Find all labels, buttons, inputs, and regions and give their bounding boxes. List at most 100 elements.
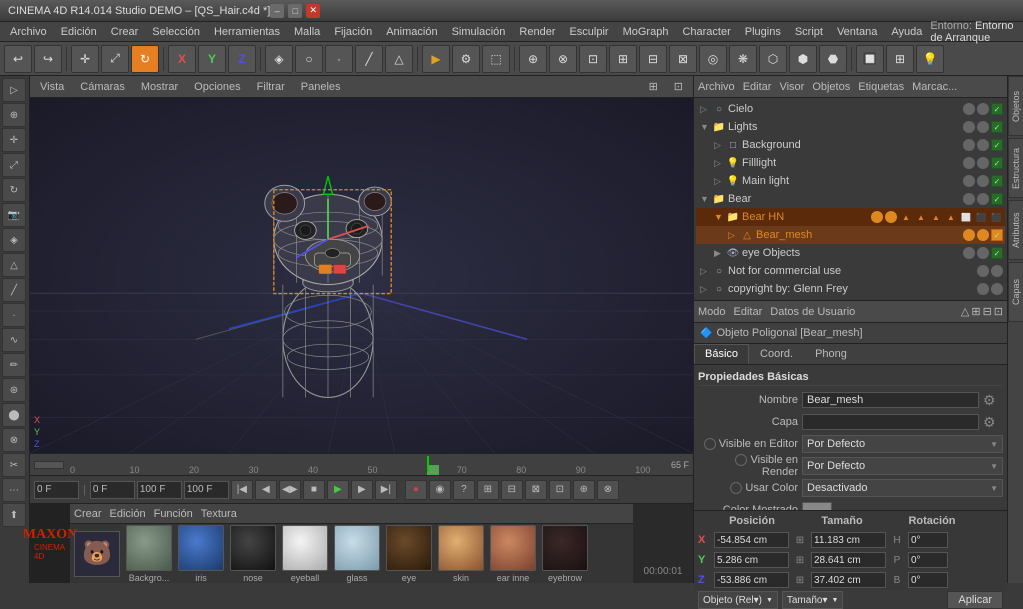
tree-render-not-commercial[interactable] (991, 265, 1003, 277)
undo-button[interactable]: ↩ (4, 45, 32, 73)
om-etiquetas[interactable]: Etiquetas (858, 81, 904, 93)
menu-edicion[interactable]: Edición (55, 24, 103, 40)
am-datos-usuario[interactable]: Datos de Usuario (770, 306, 855, 318)
menu-animacion[interactable]: Animación (380, 24, 443, 40)
close-button[interactable]: ✕ (306, 4, 320, 18)
tree-vis-copyright[interactable] (977, 283, 989, 295)
material-item-8[interactable]: eyebrow (542, 525, 588, 583)
om-editar[interactable]: Editar (743, 81, 772, 93)
goto-start-button[interactable]: |◀ (231, 480, 253, 500)
menu-seleccion[interactable]: Selección (146, 24, 206, 40)
am-nombre-icon[interactable]: ⚙ (983, 392, 1003, 409)
play-reverse-button[interactable]: ◀▶ (279, 480, 301, 500)
left-tool-live[interactable]: ⊕ (2, 103, 26, 127)
coord-z-rot[interactable] (908, 572, 948, 588)
menu-herramientas[interactable]: Herramientas (208, 24, 286, 40)
tool-btn-5[interactable]: ⊟ (639, 45, 667, 73)
frame-start-input[interactable]: 0 F (90, 481, 135, 499)
menu-script[interactable]: Script (789, 24, 829, 40)
frame-step-input[interactable]: 100 F (184, 481, 229, 499)
record-button[interactable]: ● (405, 480, 427, 500)
material-item-2[interactable]: nose (230, 525, 276, 583)
vp-maximize-btn[interactable]: ⊡ (668, 78, 689, 95)
tool-btn-6[interactable]: ⊠ (669, 45, 697, 73)
left-tool-select[interactable]: ▷ (2, 78, 26, 102)
tree-item-bear-hn[interactable]: ▼ 📁 Bear HN ▲ ▲ ▲ ▲ ⬜ ⬛ (696, 208, 1005, 226)
z-axis-button[interactable]: Z (228, 45, 256, 73)
left-tool-move[interactable]: ✛ (2, 128, 26, 152)
menu-mograph[interactable]: MoGraph (617, 24, 675, 40)
left-tool-extrude[interactable]: ⬆ (2, 503, 26, 527)
tree-item-not-commercial[interactable]: ▷ ○ Not for commercial use (696, 262, 1005, 280)
apply-button[interactable]: Aplicar (947, 591, 1003, 609)
vp-btn-vista[interactable]: Vista (34, 79, 70, 95)
om-visor[interactable]: Visor (779, 81, 804, 93)
minimize-button[interactable]: – (270, 4, 284, 18)
coord-mode2-dropdown[interactable]: Tamaño▾ (782, 591, 844, 609)
om-archivo[interactable]: Archivo (698, 81, 735, 93)
left-tool-magnet[interactable]: ⊛ (2, 378, 26, 402)
tree-vis-cielo[interactable] (963, 103, 975, 115)
tag-4[interactable]: ▲ (944, 210, 958, 224)
coord-mode1-dropdown[interactable]: Objeto (Rel▾) (698, 591, 778, 609)
tool-btn-8[interactable]: ❋ (729, 45, 757, 73)
tool-btn-9[interactable]: ⬡ (759, 45, 787, 73)
menu-render[interactable]: Render (513, 24, 561, 40)
tree-item-filllight[interactable]: ▷ 💡 Filllight ✓ (696, 154, 1005, 172)
tree-render-bear-hn[interactable] (885, 211, 897, 223)
am-tab-basico[interactable]: Básico (694, 344, 749, 364)
mat-edicion[interactable]: Edición (110, 508, 146, 520)
tree-vis-bear[interactable] (963, 193, 975, 205)
anim-btn-6[interactable]: ⊠ (525, 480, 547, 500)
tree-vis-lights[interactable] (963, 121, 975, 133)
mat-funcion[interactable]: Función (154, 508, 193, 520)
maximize-button[interactable]: □ (288, 4, 302, 18)
coord-x-size[interactable] (811, 532, 886, 548)
tree-vis-bear-hn[interactable] (871, 211, 883, 223)
tree-item-cielo[interactable]: ▷ ○ Cielo ✓ (696, 100, 1005, 118)
tag-2[interactable]: ▲ (914, 210, 928, 224)
scale-tool-button[interactable]: ⤢ (101, 45, 129, 73)
tree-render-lights[interactable] (977, 121, 989, 133)
left-tool-poly[interactable]: △ (2, 253, 26, 277)
left-tool-spline[interactable]: ∿ (2, 328, 26, 352)
tree-render-bear[interactable] (977, 193, 989, 205)
tool-btn-10[interactable]: ⬢ (789, 45, 817, 73)
y-axis-button[interactable]: Y (198, 45, 226, 73)
material-item-6[interactable]: skin (438, 525, 484, 583)
tree-check-cielo[interactable]: ✓ (991, 103, 1003, 115)
goto-end-button[interactable]: ▶| (375, 480, 397, 500)
am-btn-4[interactable]: ⊡ (994, 305, 1003, 318)
model-mode-button[interactable]: ◈ (265, 45, 293, 73)
stop-button[interactable]: ■ (303, 480, 325, 500)
tool-btn-3[interactable]: ⊡ (579, 45, 607, 73)
am-editar[interactable]: Editar (734, 306, 763, 318)
timeline-ruler[interactable]: 0 10 20 30 40 50 65 70 80 90 100 65 F (30, 453, 693, 475)
coord-y-pos[interactable] (714, 552, 789, 568)
tree-render-filllight[interactable] (977, 157, 989, 169)
vp-btn-mostrar[interactable]: Mostrar (135, 79, 184, 95)
tree-item-bear-mesh[interactable]: ▷ △ Bear_mesh ✓ (696, 226, 1005, 244)
menu-archivo[interactable]: Archivo (4, 24, 53, 40)
vp-btn-paneles[interactable]: Paneles (295, 79, 347, 95)
left-tool-scale[interactable]: ⤢ (2, 153, 26, 177)
am-tab-phong[interactable]: Phong (804, 344, 858, 364)
tree-item-copyright[interactable]: ▷ ○ copyright by: Glenn Frey (696, 280, 1005, 298)
render-button[interactable]: ▶ (422, 45, 450, 73)
play-button[interactable]: ▶ (327, 480, 349, 500)
anim-btn-4[interactable]: ⊞ (477, 480, 499, 500)
om-objetos[interactable]: Objetos (812, 81, 850, 93)
side-tab-estructura[interactable]: Estructura (1008, 138, 1023, 198)
menu-crear[interactable]: Crear (105, 24, 145, 40)
move-tool-button[interactable]: ✛ (71, 45, 99, 73)
tree-item-background[interactable]: ▷ □ Background ✓ (696, 136, 1005, 154)
menu-malla[interactable]: Malla (288, 24, 326, 40)
menu-ventana[interactable]: Ventana (831, 24, 883, 40)
tool-btn-2[interactable]: ⊗ (549, 45, 577, 73)
next-frame-button[interactable]: ▶ (351, 480, 373, 500)
tree-item-bear[interactable]: ▼ 📁 Bear ✓ (696, 190, 1005, 208)
tag-6[interactable]: ⬛ (974, 210, 988, 224)
am-dropdown-usar-color[interactable]: Desactivado (802, 479, 1003, 497)
x-axis-button[interactable]: X (168, 45, 196, 73)
light-button[interactable]: 💡 (916, 45, 944, 73)
